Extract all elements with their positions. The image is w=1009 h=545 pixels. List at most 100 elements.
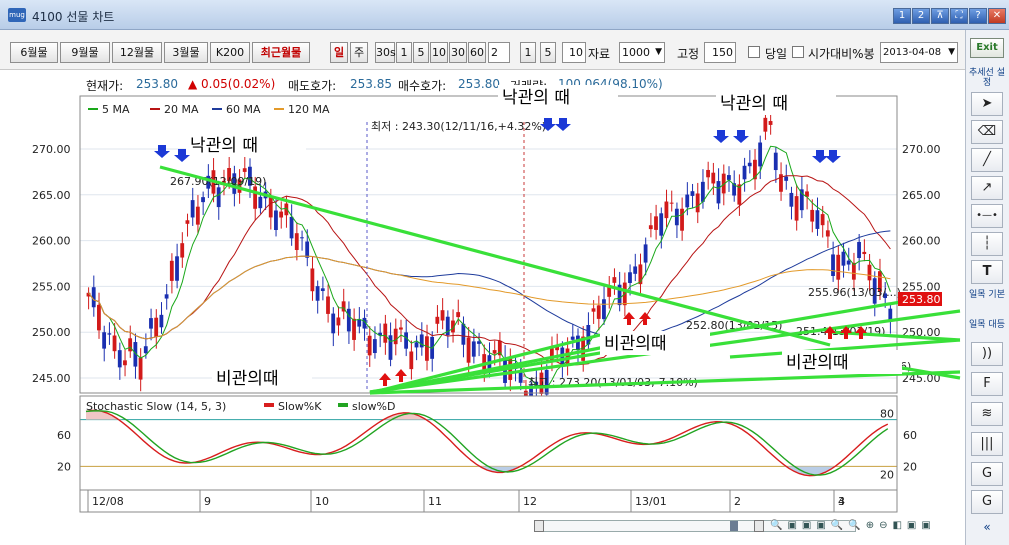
exit-button[interactable]: Exit — [970, 38, 1004, 58]
candle-body — [711, 172, 716, 184]
x-tick-label: 4 — [838, 495, 845, 508]
x-tick-label: 12 — [523, 495, 537, 508]
candle-body — [97, 304, 101, 331]
compare-label: 시가대비%봉 — [808, 47, 875, 61]
ichimoku-basic-button[interactable]: 일목 기본 — [968, 290, 1006, 300]
candle-body — [352, 318, 356, 340]
stoch-level-80-label: 80 — [880, 408, 894, 421]
candle-body — [685, 194, 690, 208]
min-1-button[interactable]: 1 — [396, 42, 412, 63]
candle-body — [726, 175, 731, 180]
candle-body — [159, 314, 164, 328]
legend-label-0: 5 MA — [102, 103, 130, 116]
zoom-tools-icon[interactable]: 🔍▣▣▣🔍🔍⊕⊖◧▣▣ — [770, 520, 960, 532]
date-select[interactable]: 2013-04-08 ▼ — [880, 42, 958, 63]
month-9-button[interactable]: 9월물 — [60, 42, 110, 63]
y-tick-label-right: 260.00 — [902, 235, 941, 248]
min-10-button[interactable]: 10 — [430, 42, 448, 63]
candle-body — [300, 237, 304, 239]
stoch-y-label-right: 60 — [903, 429, 917, 442]
pessimism-label-1: 비관의때 — [216, 369, 279, 389]
daily-button[interactable]: 일 — [330, 42, 348, 63]
pin-button[interactable]: ⊼ — [931, 8, 949, 24]
min-30-button[interactable]: 30 — [449, 42, 467, 63]
recent-month-button[interactable]: 최근월물 — [252, 42, 310, 63]
candle-body — [857, 241, 861, 259]
candle-body — [404, 332, 408, 349]
channel-icon[interactable]: ≋ — [971, 402, 1003, 426]
line-icon[interactable]: ╱ — [971, 148, 1003, 172]
minute-input[interactable]: 2 — [488, 42, 510, 63]
cursor-icon[interactable]: ➤ — [971, 92, 1003, 116]
eraser-icon[interactable]: ⌫ — [971, 120, 1003, 144]
scroll-left-icon[interactable] — [534, 520, 544, 532]
candle-body — [169, 260, 174, 281]
k200-button[interactable]: K200 — [210, 42, 250, 63]
candle-body — [716, 181, 721, 204]
candle-body — [383, 323, 388, 343]
candle-body — [315, 286, 320, 301]
candle-body — [102, 332, 107, 349]
gann-fan-icon[interactable]: G — [971, 462, 1003, 486]
fibonacci-icon[interactable]: F — [971, 372, 1003, 396]
current-price-tag: 253.80 — [902, 293, 941, 306]
weekly-button[interactable]: 주 — [350, 42, 368, 63]
month-12-button[interactable]: 12월물 — [112, 42, 162, 63]
candle-body — [279, 211, 284, 218]
today-checkbox[interactable] — [748, 46, 760, 58]
vertical-line-icon[interactable]: ┆ — [971, 232, 1003, 256]
candle-body — [435, 316, 440, 324]
candle-body — [456, 312, 461, 318]
candle-body — [195, 206, 200, 225]
collapse-icon[interactable]: « — [968, 521, 1006, 533]
min-60-button[interactable]: 60 — [468, 42, 486, 63]
fixed-input[interactable]: 150 — [704, 42, 736, 63]
min-30s-button[interactable]: 30s — [375, 42, 396, 63]
candle-body — [794, 196, 799, 221]
candle-body — [659, 213, 664, 236]
title-bar: mug 4100 선물 차트 1 2 ⊼ ⛶ ? ✕ — [0, 0, 1009, 30]
candle-body — [310, 268, 315, 292]
scroll-thumb[interactable] — [730, 521, 738, 531]
trend-setting-button[interactable]: 추세선 설정 — [968, 68, 1006, 88]
candle-body — [185, 220, 190, 224]
scroll-right-icon[interactable] — [754, 520, 764, 532]
gann-angle-icon[interactable]: G — [971, 490, 1003, 514]
chevron-down-icon: ▼ — [948, 47, 955, 57]
horizontal-line-icon[interactable]: •—• — [971, 204, 1003, 228]
candle-body — [289, 216, 294, 239]
stoch-y-label-left: 60 — [57, 429, 71, 442]
help-button[interactable]: ? — [969, 8, 987, 24]
candle-body — [518, 371, 523, 383]
month-6-button[interactable]: 6월물 — [10, 42, 58, 63]
ichimoku-equal-button[interactable]: 일목 대등 — [968, 320, 1006, 330]
compare-checkbox[interactable] — [792, 46, 804, 58]
candle-body — [440, 310, 445, 321]
candle-body — [107, 333, 112, 335]
optimism-label-2: 낙관의 때 — [502, 88, 570, 108]
min-5-button[interactable]: 5 — [413, 42, 429, 63]
chart-scrollbar[interactable]: 🔍▣▣▣🔍🔍⊕⊖◧▣▣ — [80, 520, 960, 534]
maximize-button[interactable]: ⛶ — [950, 8, 968, 24]
cycle-lines-icon[interactable]: ||| — [971, 432, 1003, 456]
close-button[interactable]: ✕ — [988, 8, 1006, 24]
month-3-button[interactable]: 3월물 — [164, 42, 208, 63]
arrow-line-icon[interactable]: ↗ — [971, 176, 1003, 200]
chart-area[interactable]: 5 MA 20 MA 60 MA 120 MA270.00 270.00265.00 26… — [0, 70, 965, 545]
data-count-select[interactable]: 1000 ▼ — [619, 42, 665, 63]
fan-icon[interactable]: )) — [971, 342, 1003, 366]
candle-body — [305, 241, 310, 258]
x-tick-label: 2 — [734, 495, 741, 508]
candle-body — [654, 216, 658, 230]
candle-body — [758, 142, 763, 167]
pessimism-label-2: 비관의때 — [604, 334, 667, 354]
tick-input[interactable]: 10 — [562, 42, 586, 63]
text-icon[interactable]: T — [971, 260, 1003, 284]
window-1-button[interactable]: 1 — [893, 8, 911, 24]
tick-5-button[interactable]: 5 — [540, 42, 556, 63]
y-tick-label-right: 270.00 — [902, 143, 941, 156]
candle-body — [643, 244, 648, 263]
tick-1-button[interactable]: 1 — [520, 42, 536, 63]
stochastic-panel[interactable]: 80 20 60 60 20 20 Stochastic Slow (14, 5, 3) Sl… — [57, 395, 917, 491]
window-2-button[interactable]: 2 — [912, 8, 930, 24]
